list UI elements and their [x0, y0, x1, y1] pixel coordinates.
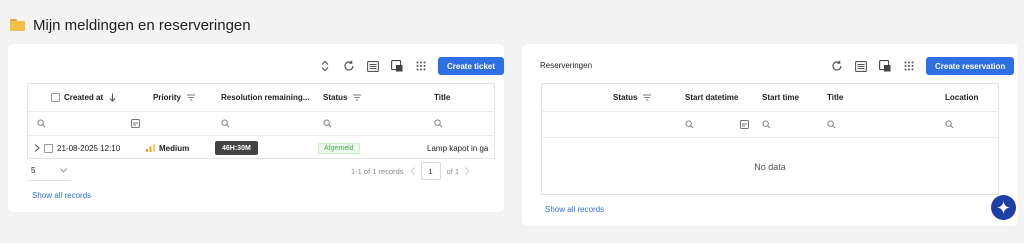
table-search-row	[542, 112, 998, 138]
sort-desc-icon	[109, 93, 116, 102]
records-range: 1-1 of 1 records	[351, 166, 404, 176]
row-checkbox[interactable]	[44, 143, 53, 153]
assistant-fab[interactable]	[991, 195, 1016, 220]
tickets-toolbar: Create ticket	[318, 57, 505, 75]
table-row[interactable]: 21-08-2025 12:10 Medium 46H:30M Afgemeld…	[28, 136, 494, 158]
page-header: Mijn meldingen en reserveringen	[10, 15, 251, 35]
no-data-text: No data	[754, 162, 786, 172]
col-start-datetime[interactable]: Start datetime	[685, 84, 738, 111]
table-header-row: Status Start datetime Start time Title L…	[542, 84, 998, 112]
folder-icon	[10, 19, 25, 31]
cell-created: 21-08-2025 12:10	[57, 143, 121, 153]
reservations-card: Reserveringen Create reservation Status …	[522, 44, 1018, 226]
cell-priority: Medium	[146, 136, 189, 158]
reservations-table: Status Start datetime Start time Title L…	[541, 83, 999, 195]
page-size-select[interactable]: 5	[27, 161, 71, 181]
col-start-time[interactable]: Start time	[762, 84, 799, 111]
reservations-show-all-link[interactable]: Show all records	[545, 205, 604, 214]
search-icon[interactable]	[37, 112, 46, 135]
search-icon[interactable]	[945, 112, 954, 137]
search-icon[interactable]	[685, 112, 694, 137]
pagination: 1-1 of 1 records 1 of 1	[351, 162, 470, 180]
priority-bars-icon	[146, 144, 155, 152]
select-all-checkbox[interactable]	[51, 93, 60, 102]
page-total: of 1	[446, 166, 460, 176]
col-title[interactable]: Title	[434, 84, 450, 111]
chevron-down-icon	[60, 168, 67, 173]
table-settings-icon[interactable]	[854, 59, 868, 73]
grid-icon[interactable]	[414, 59, 428, 73]
chevron-right-icon[interactable]	[465, 167, 470, 175]
chevron-right-icon[interactable]	[34, 136, 40, 158]
card-view-icon[interactable]	[390, 59, 404, 73]
search-icon[interactable]	[323, 112, 332, 135]
page-number-input[interactable]: 1	[420, 162, 441, 180]
reservations-title: Reserveringen	[540, 61, 593, 70]
table-settings-icon[interactable]	[366, 59, 380, 73]
date-filter-icon[interactable]	[131, 112, 140, 135]
col-resolution-remaining[interactable]: Resolution remaining...	[221, 84, 309, 111]
col-priority[interactable]: Priority	[153, 84, 196, 111]
filter-icon[interactable]	[187, 94, 196, 101]
search-icon[interactable]	[221, 112, 230, 135]
empty-state: No data	[542, 138, 998, 194]
col-created-at[interactable]: Created at	[64, 84, 116, 111]
page-title: Mijn meldingen en reserveringen	[33, 16, 251, 34]
col-status[interactable]: Status	[323, 84, 362, 111]
tickets-table: Created at Priority Resolution remaining…	[27, 83, 495, 159]
col-location[interactable]: Location	[945, 84, 978, 111]
filter-icon[interactable]	[643, 94, 652, 101]
search-icon[interactable]	[434, 112, 443, 135]
sort-icon[interactable]	[318, 59, 332, 73]
resolution-badge: 46H:30M	[215, 141, 258, 155]
tickets-card: Create ticket Created at Priority Resolu…	[8, 44, 505, 212]
date-filter-icon[interactable]	[740, 112, 749, 137]
tickets-show-all-link[interactable]: Show all records	[32, 191, 91, 200]
refresh-icon[interactable]	[342, 59, 356, 73]
table-search-row	[28, 112, 494, 136]
create-reservation-button[interactable]: Create reservation	[926, 57, 1015, 75]
col-status[interactable]: Status	[613, 84, 652, 111]
card-view-icon[interactable]	[878, 59, 892, 73]
filter-icon[interactable]	[353, 94, 362, 101]
grid-icon[interactable]	[902, 59, 916, 73]
refresh-icon[interactable]	[830, 59, 844, 73]
chevron-left-icon[interactable]	[409, 167, 415, 175]
cell-title: Lamp kapot in ga	[427, 143, 489, 153]
search-icon[interactable]	[762, 112, 771, 137]
table-header-row: Created at Priority Resolution remaining…	[28, 84, 494, 112]
reservations-toolbar: Create reservation	[830, 57, 1015, 75]
sparkle-icon	[997, 201, 1010, 214]
create-ticket-button[interactable]: Create ticket	[438, 57, 505, 75]
search-icon[interactable]	[827, 112, 836, 137]
col-title[interactable]: Title	[827, 84, 843, 111]
status-badge: Afgemeld	[318, 142, 360, 154]
